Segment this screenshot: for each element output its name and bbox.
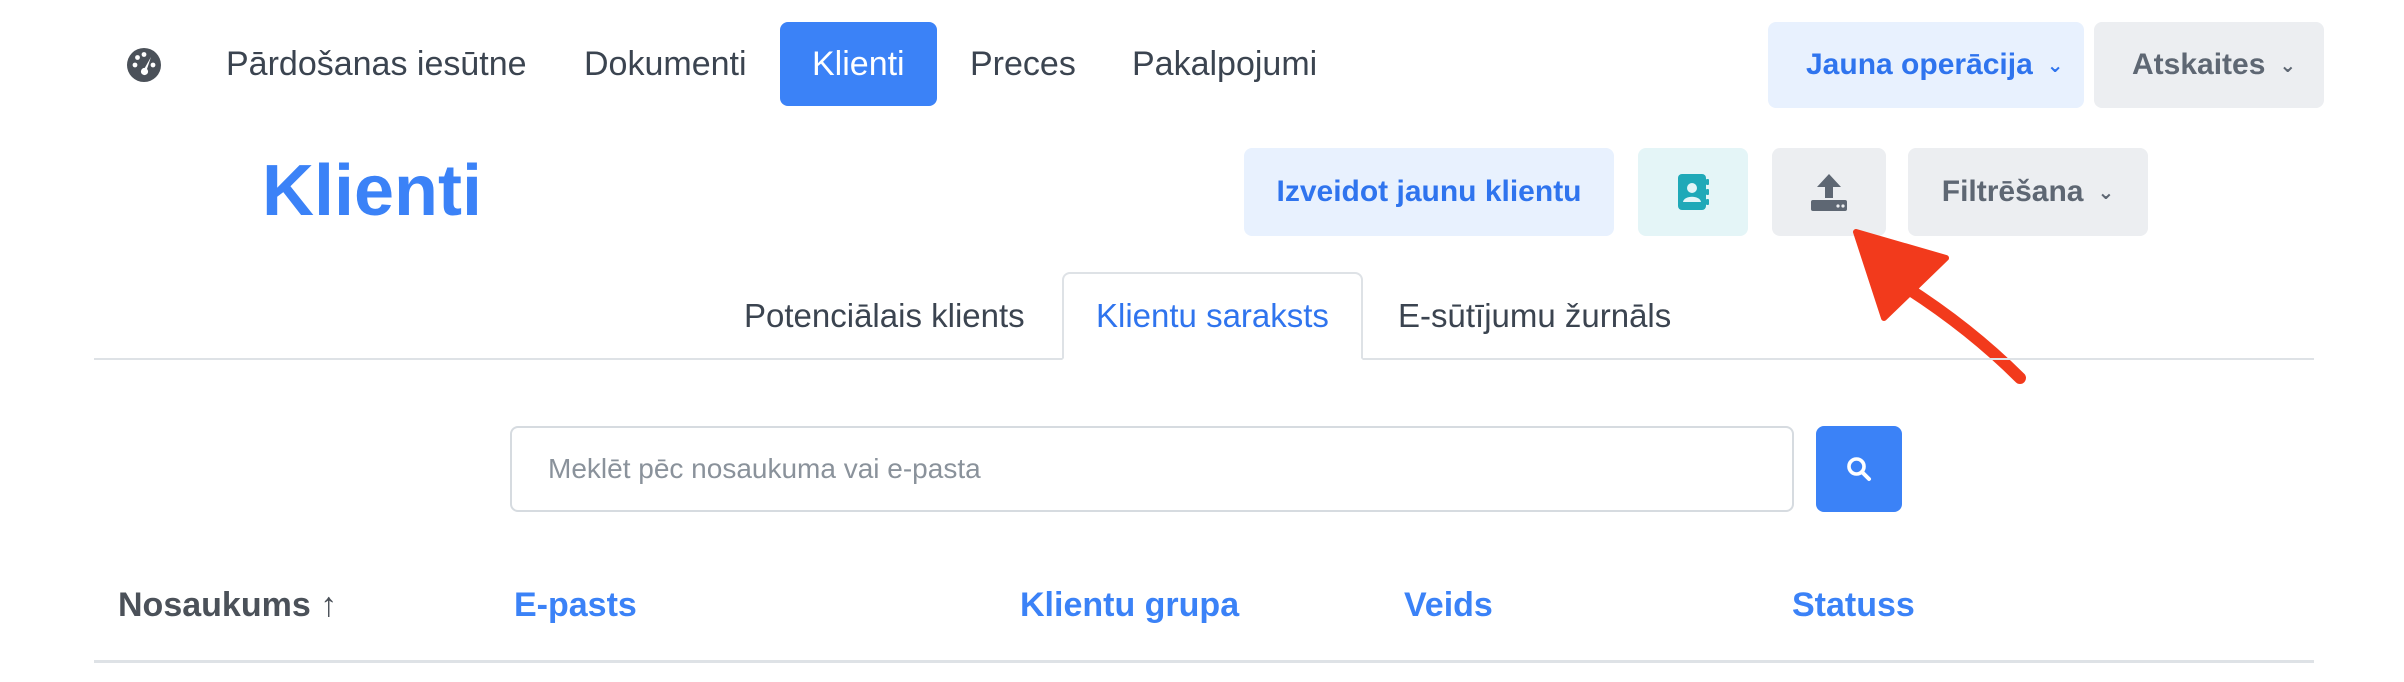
filter-label: Filtrēšana (1941, 175, 2084, 208)
search-input[interactable] (510, 426, 1794, 512)
column-header-email[interactable]: E-pasts (514, 586, 637, 625)
tab-client-list[interactable]: Klientu saraksts (1062, 272, 1363, 360)
search-button[interactable] (1816, 426, 1902, 512)
reports-label: Atskaites (2132, 48, 2266, 81)
filter-dropdown[interactable]: Filtrēšana ⌄ (1908, 148, 2148, 236)
chevron-down-icon: ⌄ (2279, 55, 2297, 77)
chevron-down-icon: ⌄ (2046, 55, 2064, 77)
page-title: Klienti (262, 151, 483, 231)
column-header-status[interactable]: Statuss (1792, 586, 1915, 625)
nav-item-goods[interactable]: Preces (938, 22, 1108, 106)
contacts-button[interactable] (1638, 148, 1748, 236)
new-operation-dropdown[interactable]: Jauna operācija ⌄ (1768, 22, 2084, 108)
nav-item-documents[interactable]: Dokumenti (552, 22, 779, 106)
table-header-divider (94, 660, 2314, 663)
tab-potential-client[interactable]: Potenciālais klients (712, 272, 1057, 360)
search-icon (1847, 457, 1871, 481)
upload-icon (1811, 174, 1847, 211)
top-navigation: Pārdošanas iesūtne Dokumenti Klienti Pre… (0, 0, 2404, 130)
speedometer-icon[interactable] (124, 44, 164, 84)
nav-item-sales-inbox[interactable]: Pārdošanas iesūtne (194, 22, 559, 106)
column-header-type[interactable]: Veids (1404, 586, 1493, 625)
address-book-icon (1678, 174, 1709, 210)
column-header-name[interactable]: Nosaukums ↑ (118, 586, 337, 625)
reports-dropdown[interactable]: Atskaites ⌄ (2094, 22, 2324, 108)
column-header-client-group[interactable]: Klientu grupa (1020, 586, 1239, 625)
tab-email-log[interactable]: E-sūtījumu žurnāls (1366, 272, 1703, 360)
nav-item-services[interactable]: Pakalpojumi (1100, 22, 1349, 106)
nav-item-clients[interactable]: Klienti (780, 22, 937, 106)
annotation-arrow-icon (1853, 229, 2026, 384)
create-client-button[interactable]: Izveidot jaunu klientu (1244, 148, 1614, 236)
new-operation-label: Jauna operācija (1806, 48, 2033, 81)
chevron-down-icon: ⌄ (2097, 182, 2115, 204)
upload-button[interactable] (1772, 148, 1886, 236)
